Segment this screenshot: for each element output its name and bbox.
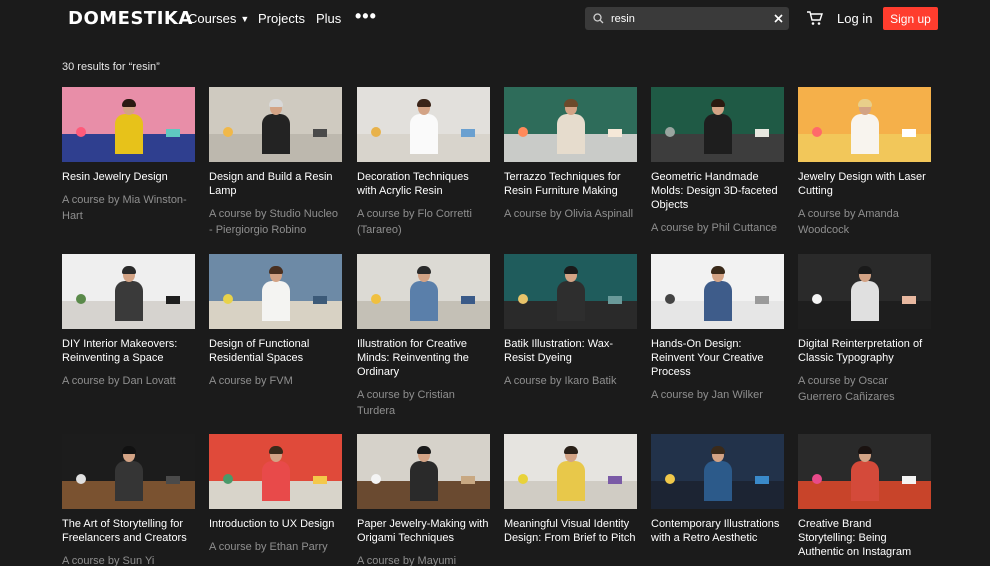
course-title[interactable]: Hands-On Design: Reinvent Your Creative … [651,337,784,379]
course-title[interactable]: Creative Brand Storytelling: Being Authe… [798,517,931,559]
course-card[interactable]: Contemporary Illustrations with a Retro … [651,434,784,553]
course-thumbnail[interactable] [62,254,195,329]
course-thumbnail[interactable] [651,254,784,329]
domestika-logo[interactable]: DOMESTIKA [68,8,193,29]
login-link[interactable]: Log in [837,11,872,26]
course-thumbnail[interactable] [209,87,342,162]
chevron-down-icon: ▼ [240,14,250,24]
course-author: A course by FVM [209,375,293,387]
course-title[interactable]: Jewelry Design with Laser Cutting [798,170,931,198]
cart-icon[interactable] [806,9,824,27]
course-title[interactable]: Illustration for Creative Minds: Reinven… [357,337,490,379]
course-title[interactable]: Design of Functional Residential Spaces [209,337,342,365]
course-card[interactable]: The Art of Storytelling for Freelancers … [62,434,195,566]
top-navigation: DOMESTIKA Courses▼ Projects Plus ••• Log… [0,0,990,38]
course-author: A course by Olivia Aspinall [504,208,634,220]
course-author: A course by Ikaro Batik [504,375,617,387]
course-thumbnail[interactable] [209,434,342,509]
course-card[interactable]: Terrazzo Techniques for Resin Furniture … [504,87,637,222]
nav-plus[interactable]: Plus [316,11,341,26]
course-author: A course by Flo Corretti (Tarareo) [357,208,472,236]
course-title[interactable]: Digital Reinterpretation of Classic Typo… [798,337,931,365]
course-thumbnail[interactable] [62,434,195,509]
nav-courses-label: Courses [188,11,237,26]
course-card[interactable]: Jewelry Design with Laser Cutting A cours… [798,87,931,238]
course-author: A course by Oscar Guerrero Cañizares [798,375,895,403]
course-card[interactable]: Decoration Techniques with Acrylic Resin… [357,87,490,238]
course-title[interactable]: DIY Interior Makeovers: Reinventing a Sp… [62,337,195,365]
course-thumbnail[interactable] [651,434,784,509]
course-card[interactable]: Geometric Handmade Molds: Design 3D-face… [651,87,784,236]
course-author: A course by Mia Winston-Hart [62,194,187,222]
course-card[interactable]: Creative Brand Storytelling: Being Authe… [798,434,931,566]
course-card[interactable]: Batik Illustration: Wax-Resist Dyeing A c… [504,254,637,389]
clear-search-icon[interactable] [767,7,789,30]
course-author: A course by Cristian Turdera [357,389,455,417]
course-author: A course by Dan Lovatt [62,375,176,387]
course-thumbnail[interactable] [504,254,637,329]
course-title[interactable]: Batik Illustration: Wax-Resist Dyeing [504,337,637,365]
course-title[interactable]: Decoration Techniques with Acrylic Resin [357,170,490,198]
course-title[interactable]: Design and Build a Resin Lamp [209,170,342,198]
search-icon [585,7,611,30]
course-author: A course by Sun Yi [62,555,155,566]
course-card[interactable]: Hands-On Design: Reinvent Your Creative … [651,254,784,403]
course-title[interactable]: Geometric Handmade Molds: Design 3D-face… [651,170,784,212]
course-thumbnail[interactable] [62,87,195,162]
course-title[interactable]: Paper Jewelry-Making with Origami Techni… [357,517,490,545]
course-author: A course by Ethan Parry [209,541,328,553]
course-thumbnail[interactable] [798,254,931,329]
course-thumbnail[interactable] [504,434,637,509]
signup-button[interactable]: Sign up [883,7,938,30]
course-card[interactable]: Design of Functional Residential Spaces A… [209,254,342,389]
results-count: 30 results for “resin” [62,61,160,73]
course-title[interactable]: Resin Jewelry Design [62,170,195,184]
course-thumbnail[interactable] [209,254,342,329]
course-card[interactable]: DIY Interior Makeovers: Reinventing a Sp… [62,254,195,389]
course-card[interactable]: Illustration for Creative Minds: Reinven… [357,254,490,419]
course-card[interactable]: Design and Build a Resin Lamp A course by… [209,87,342,238]
course-card[interactable]: Digital Reinterpretation of Classic Typo… [798,254,931,405]
nav-projects[interactable]: Projects [258,11,305,26]
course-card[interactable]: Resin Jewelry Design A course by Mia Wins… [62,87,195,224]
search-input[interactable] [611,7,767,30]
course-title[interactable]: Terrazzo Techniques for Resin Furniture … [504,170,637,198]
course-author: A course by Mayumi [357,555,457,566]
course-thumbnail[interactable] [798,87,931,162]
course-author: A course by Jan Wilker [651,389,763,401]
course-title[interactable]: The Art of Storytelling for Freelancers … [62,517,195,545]
course-thumbnail[interactable] [357,434,490,509]
more-menu-icon[interactable]: ••• [355,6,377,27]
search-bar [585,7,789,30]
course-thumbnail[interactable] [504,87,637,162]
course-thumbnail[interactable] [798,434,931,509]
course-author: A course by Amanda Woodcock [798,208,899,236]
course-title[interactable]: Contemporary Illustrations with a Retro … [651,517,784,545]
course-title[interactable]: Meaningful Visual Identity Design: From … [504,517,637,545]
course-author: A course by Studio Nucleo - Piergiorgio … [209,208,339,236]
course-title[interactable]: Introduction to UX Design [209,517,342,531]
course-card[interactable]: Paper Jewelry-Making with Origami Techni… [357,434,490,566]
course-card[interactable]: Meaningful Visual Identity Design: From … [504,434,637,553]
nav-courses[interactable]: Courses ▼ [188,11,249,26]
course-thumbnail[interactable] [651,87,784,162]
course-thumbnail[interactable] [357,254,490,329]
course-card[interactable]: Introduction to UX Design A course by Eth… [209,434,342,555]
course-author: A course by Phil Cuttance [651,222,777,234]
course-thumbnail[interactable] [357,87,490,162]
